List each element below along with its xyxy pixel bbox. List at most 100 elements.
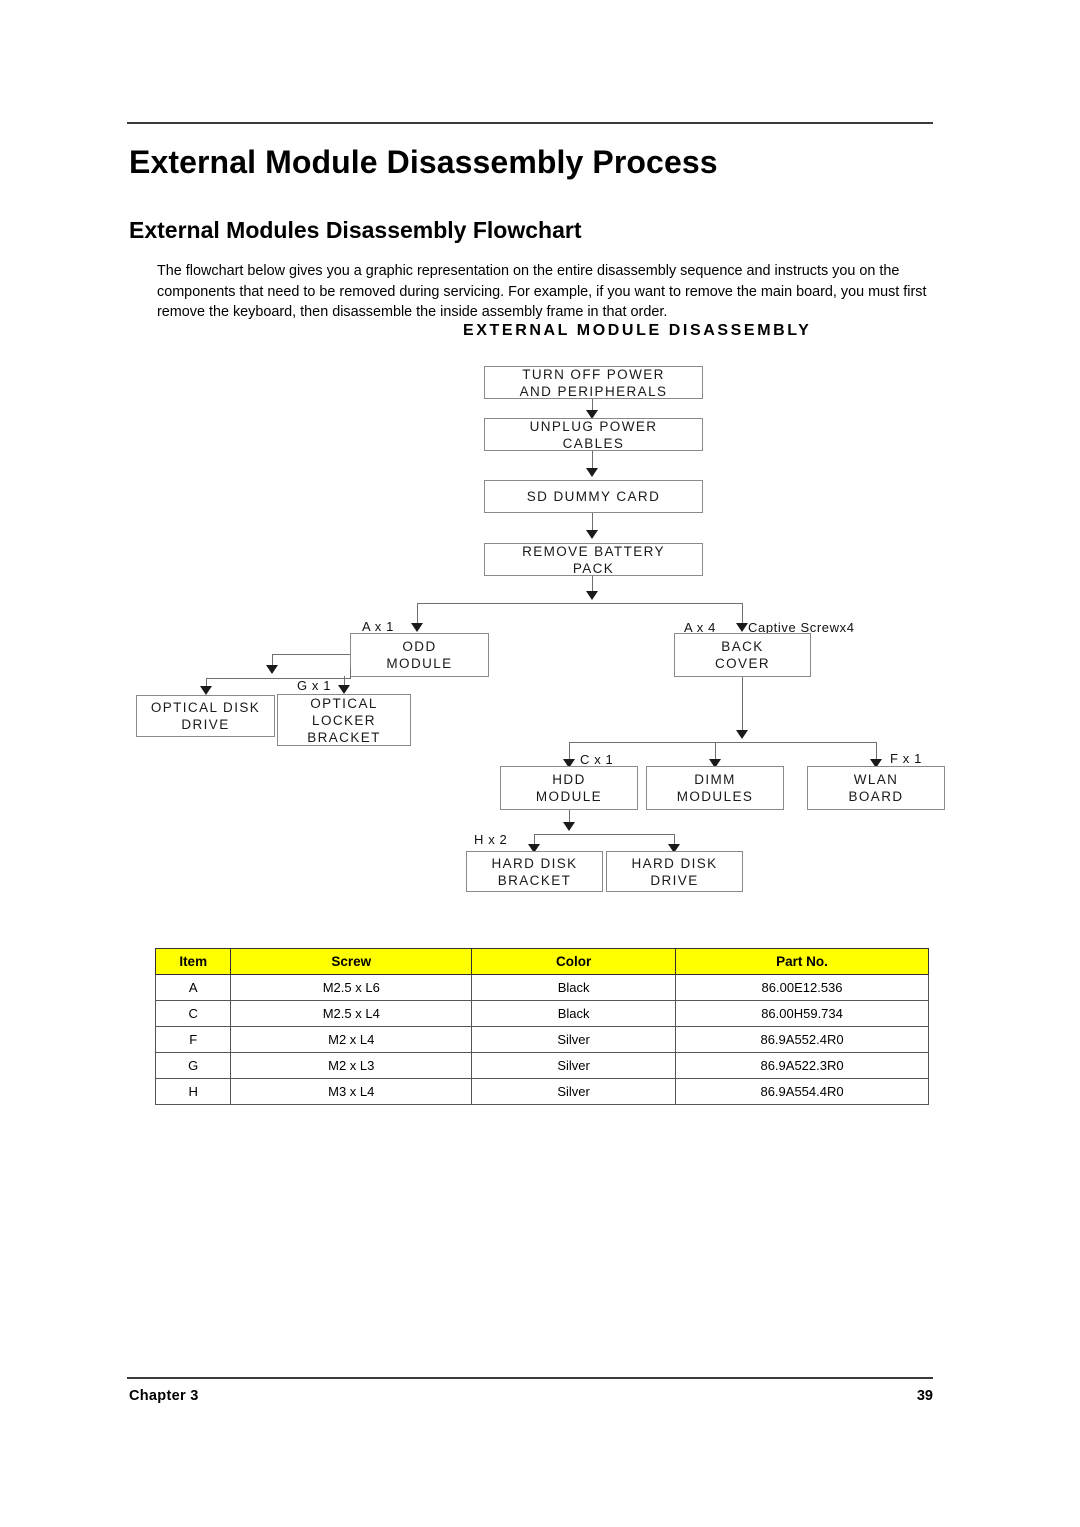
node-label-line1: SD DUMMY CARD: [526, 489, 661, 504]
arrow-locker-drop: [338, 685, 350, 694]
edge-label-odd-screw: A x 1: [362, 619, 394, 634]
cell-item: H: [154, 1078, 232, 1105]
cell-part-no: 86.00H59.734: [675, 1000, 929, 1027]
cell-item: A: [154, 974, 232, 1001]
cell-color: Silver: [471, 1026, 677, 1053]
bus-back-cover-fanout: [569, 742, 876, 743]
edge-battery-down: [592, 576, 593, 593]
edge-hdd-down: [569, 810, 570, 826]
node-label-line2: BOARD: [848, 789, 904, 804]
column-header-item: Item: [154, 948, 232, 975]
edge-sd-to-battery: [592, 513, 593, 532]
node-label-line1: UNPLUG POWER: [529, 418, 658, 434]
node-turn-off-power: TURN OFF POWER AND PERIPHERALS: [484, 366, 703, 399]
node-label-line2: MODULE: [535, 789, 603, 804]
cell-item: F: [154, 1026, 232, 1053]
node-label-line2: BRACKET: [497, 872, 572, 888]
arrow-turnoff-to-unplug: [586, 410, 598, 419]
cell-part-no: 86.9A552.4R0: [675, 1026, 929, 1053]
node-wlan-board: WLAN BOARD: [807, 766, 945, 810]
arrow-back-cover-down: [736, 730, 748, 739]
edge-label-hdd-screw: C x 1: [580, 752, 614, 767]
node-label-line1: ODD: [402, 639, 437, 654]
node-sd-dummy-card: SD DUMMY CARD: [484, 480, 703, 513]
cell-part-no: 86.9A554.4R0: [675, 1078, 929, 1105]
node-label-line2: DRIVE: [650, 872, 699, 888]
edge-bus-to-hdd: [569, 742, 570, 761]
edge-bus-to-back-cover: [742, 603, 743, 625]
node-label-line2: AND PERIPHERALS: [519, 383, 668, 399]
arrow-bus-to-odd: [411, 623, 423, 632]
table-row: A M2.5 x L6 Black 86.00E12.536: [154, 974, 929, 1001]
arrow-bus-to-hdd-drive: [668, 844, 680, 853]
flowchart-title: EXTERNAL MODULE DISASSEMBLY: [463, 322, 812, 339]
arrow-bus-to-hdd: [563, 759, 575, 768]
node-label-line2: DRIVE: [181, 717, 230, 732]
intro-paragraph: The flowchart below gives you a graphic …: [157, 263, 927, 320]
bus-hdd-fanout: [534, 834, 674, 835]
node-label-line1: WLAN: [853, 772, 899, 787]
column-header-color: Color: [471, 948, 677, 975]
cell-color: Black: [471, 974, 677, 1001]
node-hdd-module: HDD MODULE: [500, 766, 638, 810]
footer-rule: [127, 1377, 933, 1379]
node-label-line1: BACK: [721, 639, 764, 654]
node-label-line2: MODULE: [386, 656, 453, 671]
edge-bus-to-hdd-bracket: [534, 834, 535, 847]
column-header-part-no: Part No.: [675, 948, 929, 975]
screw-list-table: Item Screw Color Part No. A M2.5 x L6 Bl…: [154, 948, 929, 1105]
node-optical-disk-drive: OPTICAL DISK DRIVE: [136, 695, 275, 737]
footer-chapter: Chapter 3: [129, 1388, 199, 1404]
node-label-line1: TURN OFF POWER: [522, 366, 665, 382]
cell-item: C: [154, 1000, 232, 1027]
node-label-line1: HARD DISK: [491, 855, 578, 871]
table-row: C M2.5 x L4 Black 86.00H59.734: [154, 1000, 929, 1027]
table-header-row: Item Screw Color Part No.: [154, 948, 929, 975]
edge-odd-to-locker: [272, 654, 273, 668]
edge-bus-to-optical-drive: [206, 678, 207, 688]
cell-item: G: [154, 1052, 232, 1079]
node-label-line2: LOCKER: [312, 712, 376, 728]
arrow-bus-to-hdd-bracket: [528, 844, 540, 853]
header-rule: [127, 122, 933, 124]
table-row: F M2 x L4 Silver 86.9A552.4R0: [154, 1026, 929, 1053]
edge-label-back-cover-captive: Captive Screwx4: [748, 620, 855, 635]
cell-color: Black: [471, 1000, 677, 1027]
edge-back-cover-down: [742, 677, 743, 734]
cell-screw: M2 x L4: [230, 1026, 473, 1053]
edge-label-back-cover-screw: A x 4: [684, 620, 716, 635]
node-label-line2: PACK: [572, 560, 615, 576]
bus-odd-to-locker: [272, 654, 350, 655]
edge-bus-to-wlan: [876, 742, 877, 761]
node-label-line1: REMOVE BATTERY: [522, 543, 665, 559]
edge-label-locker-screw: G x 1: [297, 678, 332, 693]
arrow-bus-to-wlan: [870, 759, 882, 768]
node-label-line1: HARD DISK: [631, 855, 718, 871]
edge-bus-to-dimm: [715, 742, 716, 761]
edge-odd-bottom: [350, 668, 351, 679]
arrow-unplug-to-sd: [586, 468, 598, 477]
node-back-cover: BACK COVER: [674, 633, 811, 677]
edge-unplug-to-sd: [592, 451, 593, 470]
cell-screw: M2.5 x L4: [230, 1000, 473, 1027]
cell-part-no: 86.9A522.3R0: [675, 1052, 929, 1079]
node-label-line1: DIMM: [694, 772, 736, 787]
cell-screw: M3 x L4: [230, 1078, 473, 1105]
cell-part-no: 86.00E12.536: [675, 974, 929, 1001]
cell-screw: M2 x L3: [230, 1052, 473, 1079]
bus-battery-split: [417, 603, 742, 604]
section-heading: External Modules Disassembly Flowchart: [129, 217, 582, 243]
cell-color: Silver: [471, 1078, 677, 1105]
node-label-line3: BRACKET: [307, 729, 381, 745]
node-hard-disk-drive: HARD DISK DRIVE: [606, 851, 743, 892]
page-canvas: External Module Disassembly Process Exte…: [0, 0, 1080, 1527]
edge-locker-drop: [344, 676, 345, 689]
arrow-bus-to-back-cover: [736, 623, 748, 632]
arrow-odd-to-locker: [266, 665, 278, 674]
arrow-sd-to-battery: [586, 530, 598, 539]
node-label-line1: OPTICAL DISK: [150, 700, 261, 715]
node-unplug-power-cables: UNPLUG POWER CABLES: [484, 418, 703, 451]
table-row: G M2 x L3 Silver 86.9A522.3R0: [154, 1052, 929, 1079]
node-optical-locker-bracket: OPTICAL LOCKER BRACKET: [277, 694, 411, 746]
node-label-line1: HDD: [552, 772, 586, 787]
